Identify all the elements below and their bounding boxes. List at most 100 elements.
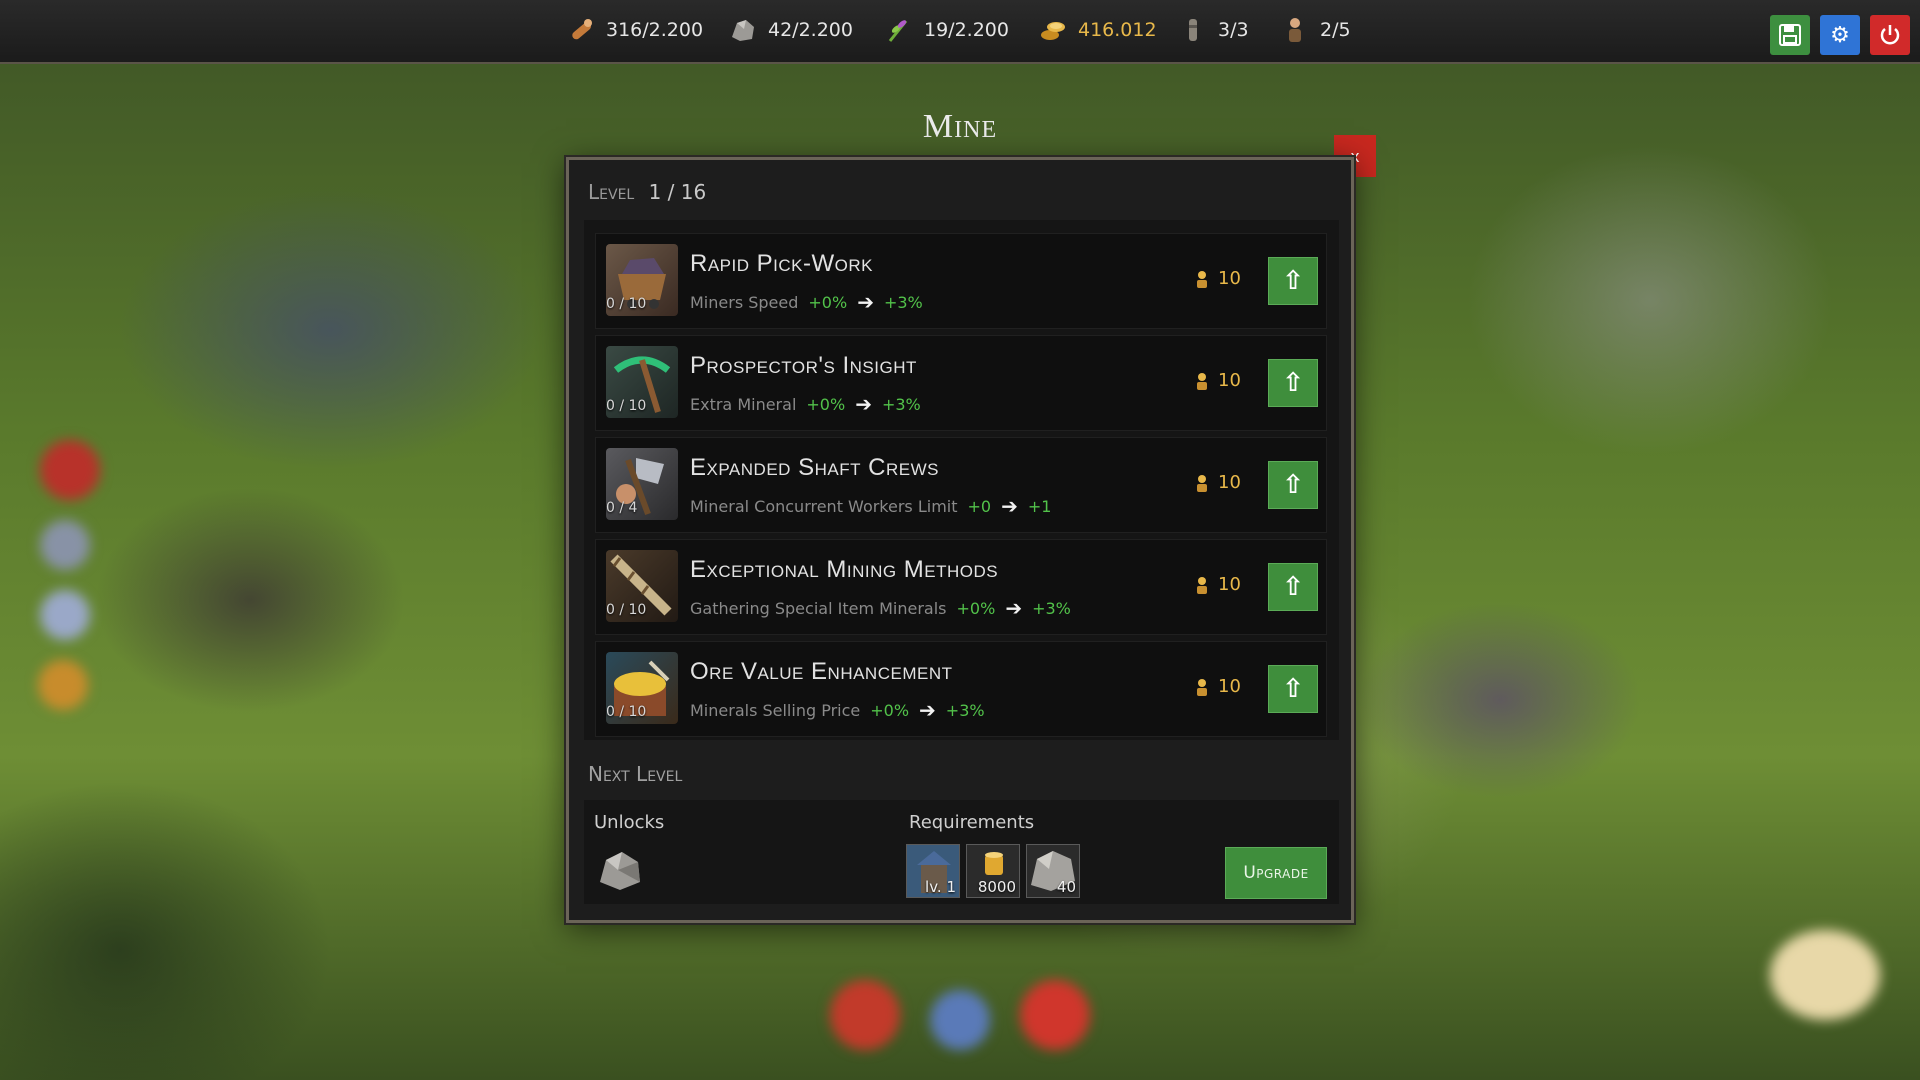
arrow-right-icon: ➔ [855,392,872,416]
skill-upgrade-button[interactable]: ⇧ [1268,257,1318,305]
skill-ore-value-enhancement: 0 / 10 Ore Value Enhancement Minerals Se… [595,641,1327,737]
skill-stat: Miners Speed [690,292,799,312]
skill-upgrade-button[interactable]: ⇧ [1268,461,1318,509]
stone-icon [732,20,754,41]
save-button[interactable] [1770,15,1810,55]
skill-name: Ore Value Enhancement [690,658,953,685]
skill-current-value: +0% [808,292,848,312]
blurred-prop [38,660,88,710]
resource-stone-value: 42/2.200 [768,19,853,41]
skill-current-value: +0 [967,496,992,516]
skill-next-value: +3% [945,700,985,720]
blurred-prop [930,990,990,1050]
skill-name: Prospector's Insight [690,352,917,379]
skill-progress: 0 / 10 [606,704,647,720]
power-button[interactable] [1870,15,1910,55]
skill-current-value: +0% [870,700,910,720]
skill-rapid-pick-work: 0 / 10 Rapid Pick-Work Miners Speed +0% … [595,233,1327,329]
arrow-right-icon: ➔ [857,290,874,314]
skill-cost: 10 [1192,574,1241,595]
wood-log-icon [572,19,592,40]
blurred-prop [40,440,100,500]
skill-cost-value: 10 [1218,268,1241,289]
arrow-right-icon: ➔ [919,698,936,722]
skill-progress: 0 / 10 [606,296,647,312]
resource-gold-value: 416.012 [1078,19,1157,41]
skill-upgrade-button[interactable]: ⇧ [1268,665,1318,713]
next-level-box: Unlocks Requirements lv. 1 8000 40 Upgra… [584,800,1339,904]
level-value: 1 / 16 [648,180,707,204]
skill-expanded-shaft-crews: 0 / 4 Expanded Shaft Crews Mineral Concu… [595,437,1327,533]
unlocks-label: Unlocks [594,812,665,833]
level-indicator: Level 1 / 16 [588,180,706,204]
skill-stat: Gathering Special Item Minerals [690,598,947,618]
upgrade-button[interactable]: Upgrade [1225,847,1327,899]
skill-progress: 0 / 10 [606,398,647,414]
skill-effect: Mineral Concurrent Workers Limit +0 ➔ +1 [690,494,1051,518]
skill-point-icon [1197,678,1207,696]
skill-current-value: +0% [956,598,996,618]
resource-wood: 316/2.200 [566,14,703,46]
panel-title: Mine [922,108,998,145]
token-icon [1189,19,1197,41]
gear-icon: ⚙ [1830,22,1850,48]
blurred-prop [1020,980,1090,1050]
requirement-stone: 40 [1026,844,1080,898]
skill-point-icon [1197,372,1207,390]
requirement-value: 40 [1056,878,1076,896]
requirements-label: Requirements [909,812,1035,833]
skill-cost: 10 [1192,676,1241,697]
skill-cost-value: 10 [1218,472,1241,493]
skill-upgrade-button[interactable]: ⇧ [1268,359,1318,407]
resource-tokens-value: 3/3 [1218,19,1249,41]
skill-cost-value: 10 [1218,574,1241,595]
resource-gold: 416.012 [1038,14,1157,46]
skill-effect: Miners Speed +0% ➔ +3% [690,290,923,314]
requirement-value: 8000 [977,878,1016,896]
skill-next-value: +3% [881,394,921,414]
settings-button[interactable]: ⚙ [1820,15,1860,55]
gold-coins-icon [1041,22,1065,40]
arrow-right-icon: ➔ [1001,494,1018,518]
skill-point-icon [1197,474,1207,492]
mine-panel: Level 1 / 16 0 / 10 Rapid Pick-Work Mine… [566,157,1354,923]
top-resource-bar: 316/2.200 42/2.200 19/2.200 416.012 3/3 … [0,0,1920,64]
stone-icon [600,852,640,890]
skill-prospectors-insight: 0 / 10 Prospector's Insight Extra Minera… [595,335,1327,431]
skill-name: Expanded Shaft Crews [690,454,939,481]
arrow-up-icon: ⇧ [1282,368,1304,398]
skill-current-value: +0% [806,394,846,414]
arrow-up-icon: ⇧ [1282,572,1304,602]
blurred-prop [1770,930,1880,1020]
skill-stat: Extra Mineral [690,394,797,414]
requirement-gold: 8000 [966,844,1020,898]
skill-next-value: +3% [1032,598,1071,618]
skill-name: Rapid Pick-Work [690,250,874,277]
skill-point-icon [1197,270,1207,288]
level-label: Level [588,180,635,204]
blurred-prop [40,590,90,640]
save-icon [1779,24,1801,46]
herb-icon [888,20,908,42]
skill-effect: Gathering Special Item Minerals +0% ➔ +3… [690,596,1071,620]
next-level-label: Next Level [588,762,683,786]
resource-herbs: 19/2.200 [884,14,1009,46]
blurred-prop [830,980,900,1050]
skill-name: Exceptional Mining Methods [690,556,999,583]
resource-herbs-value: 19/2.200 [924,19,1009,41]
resource-wood-value: 316/2.200 [606,19,704,41]
skill-stat: Mineral Concurrent Workers Limit [690,496,958,516]
power-icon [1880,25,1900,45]
arrow-right-icon: ➔ [1005,596,1023,620]
arrow-up-icon: ⇧ [1282,674,1304,704]
skill-upgrade-button[interactable]: ⇧ [1268,563,1318,611]
worker-icon [1289,18,1301,42]
skill-cost: 10 [1192,472,1241,493]
skill-stat: Minerals Selling Price [690,700,861,720]
skill-progress: 0 / 10 [606,602,647,618]
arrow-up-icon: ⇧ [1282,470,1304,500]
arrow-up-icon: ⇧ [1282,266,1304,296]
skill-cost: 10 [1192,370,1241,391]
skill-progress: 0 / 4 [606,500,638,516]
skill-next-value: +1 [1027,496,1052,516]
